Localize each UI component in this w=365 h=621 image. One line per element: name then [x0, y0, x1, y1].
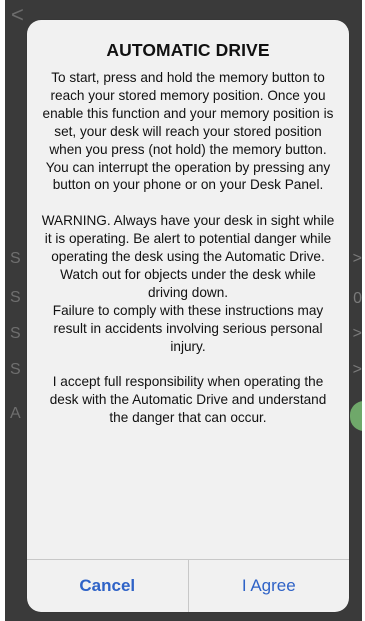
background-row-label: S — [10, 325, 21, 342]
chevron-right-icon[interactable]: > — [353, 361, 362, 379]
background-row-label: S — [10, 250, 21, 267]
alert-paragraph-instructions: To start, press and hold the memory butt… — [42, 70, 334, 193]
chevron-right-icon[interactable]: > — [353, 325, 362, 343]
device-screen: < S S S S A > 0 > > AUTOMATIC DRIVE To s… — [5, 0, 362, 621]
background-row-label: S — [10, 361, 21, 378]
alert-dialog: AUTOMATIC DRIVE To start, press and hold… — [27, 20, 349, 612]
alert-message: To start, press and hold the memory butt… — [39, 69, 337, 427]
cancel-button[interactable]: Cancel — [27, 560, 189, 612]
alert-title: AUTOMATIC DRIVE — [106, 40, 270, 60]
alert-paragraph-warning: WARNING. Always have your desk in sight … — [41, 213, 335, 300]
chevron-right-icon[interactable]: > — [353, 250, 362, 268]
toggle-switch[interactable] — [350, 401, 362, 431]
background-row-value: 0 — [353, 290, 362, 307]
alert-paragraph-acceptance: I accept full responsibility when operat… — [49, 374, 327, 426]
back-chevron-icon[interactable]: < — [11, 2, 24, 28]
alert-body: AUTOMATIC DRIVE To start, press and hold… — [27, 20, 349, 560]
background-row-label: S — [10, 289, 21, 306]
alert-paragraph-failure: Failure to comply with these instruction… — [52, 302, 324, 354]
alert-button-bar: Cancel I Agree — [27, 559, 349, 612]
background-row-label: A — [10, 405, 21, 422]
agree-button[interactable]: I Agree — [189, 560, 350, 612]
